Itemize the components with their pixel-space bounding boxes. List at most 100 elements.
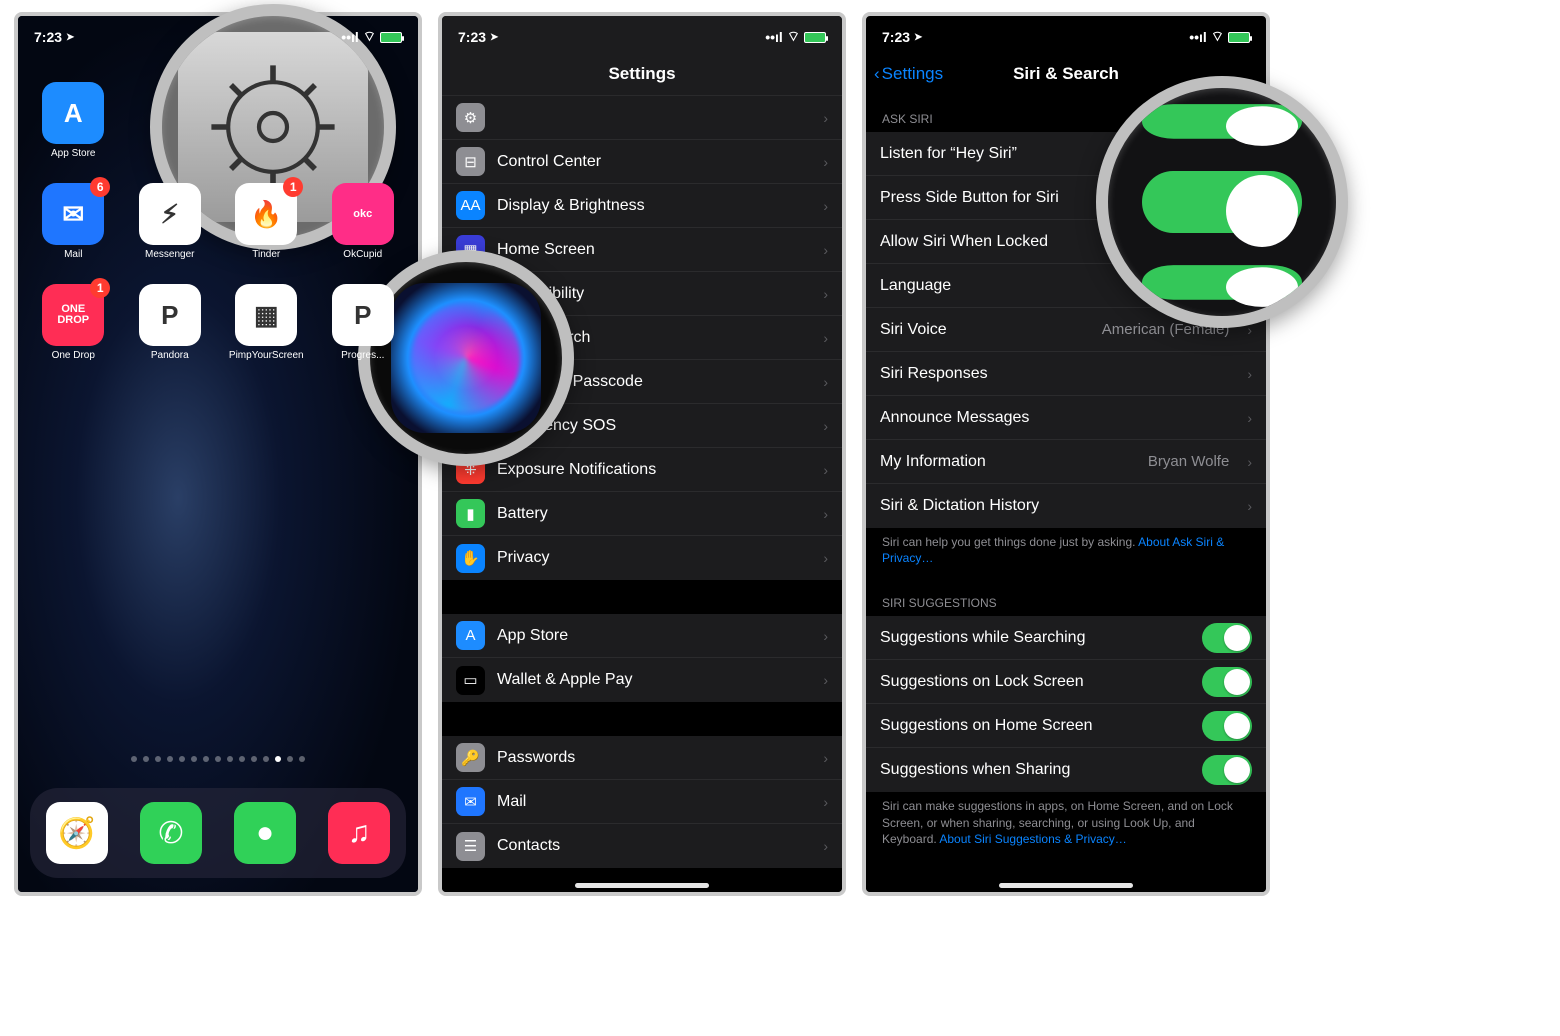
row-label: Suggestions on Home Screen [880, 717, 1190, 735]
chevron-left-icon: ‹ [874, 64, 880, 84]
app-label: Pandora [151, 350, 189, 361]
chevron-right-icon: › [1247, 498, 1252, 514]
siri-row-announce-messages[interactable]: Announce Messages› [866, 396, 1266, 440]
siri-row-suggestions-on-home-screen[interactable]: Suggestions on Home Screen [866, 704, 1266, 748]
settings-row-passwords[interactable]: 🔑Passwords› [442, 736, 842, 780]
toggle-switch[interactable] [1202, 755, 1252, 785]
location-icon: ➤ [490, 32, 498, 43]
badge: 1 [283, 177, 303, 197]
chevron-right-icon: › [823, 154, 828, 170]
row-icon: AA [456, 191, 485, 220]
row-label: Home Screen [497, 241, 805, 259]
dock: 🧭 ✆ ● ♫ [30, 788, 406, 878]
settings-row-battery[interactable]: ▮Battery› [442, 492, 842, 536]
siri-row-siri-responses[interactable]: Siri Responses › [866, 352, 1266, 396]
badge: 1 [90, 278, 110, 298]
phone-home-screen: 7:23➤ ••ıl ⌔ AApp StorefF...✉︎6Mail⚡︎Mes… [14, 12, 422, 896]
settings-row-general[interactable]: ⚙︎General› [442, 96, 842, 140]
app-progres-[interactable]: PProgres... [320, 284, 407, 361]
app-pandora[interactable]: PPandora [127, 284, 214, 361]
row-icon: ▮ [456, 499, 485, 528]
about-suggestions-link[interactable]: About Siri Suggestions & Privacy… [939, 832, 1126, 846]
about-ask-siri-link[interactable]: About Ask Siri & Privacy… [882, 535, 1224, 565]
chevron-right-icon: › [823, 374, 828, 390]
app-icon: ▦ [235, 284, 297, 346]
settings-row-app-store[interactable]: AApp Store› [442, 614, 842, 658]
chevron-right-icon: › [823, 242, 828, 258]
dock-music[interactable]: ♫ [328, 802, 390, 864]
row-label: Suggestions on Lock Screen [880, 673, 1190, 691]
siri-row-suggestions-while-searching[interactable]: Suggestions while Searching [866, 616, 1266, 660]
settings-row-mail[interactable]: ✉︎Mail› [442, 780, 842, 824]
section-footer-sug: Siri can make suggestions in apps, on Ho… [866, 792, 1266, 861]
app-label: Mail [64, 249, 82, 260]
row-icon: 🔑 [456, 743, 485, 772]
row-label: Battery [497, 505, 805, 523]
nav-title: Siri & Search [1013, 64, 1119, 84]
row-icon: ▭ [456, 666, 485, 695]
app-icon: okc [332, 183, 394, 245]
row-label: Control Center [497, 153, 805, 171]
app-label: Progres... [341, 350, 384, 361]
row-label: My Information [880, 453, 1136, 471]
row-label: Language [880, 277, 1159, 295]
chevron-right-icon: › [1247, 366, 1252, 382]
app-label: OkCupid [343, 249, 382, 260]
home-indicator[interactable] [999, 883, 1133, 888]
page-indicator[interactable] [18, 756, 418, 762]
app-blank [223, 82, 310, 159]
row-icon: ✉︎ [456, 787, 485, 816]
app-one-drop[interactable]: ONE DROP1One Drop [30, 284, 117, 361]
siri-row-my-information[interactable]: My Information Bryan Wolfe › [866, 440, 1266, 484]
battery-icon [804, 32, 826, 43]
row-icon: ⚙︎ [456, 103, 485, 132]
chevron-right-icon: › [823, 418, 828, 434]
row-icon: ✋ [456, 544, 485, 573]
chevron-right-icon: › [823, 462, 828, 478]
toggle-switch[interactable] [1202, 623, 1252, 653]
row-label: Siri Responses [880, 365, 1229, 383]
toggle-switch[interactable] [1202, 667, 1252, 697]
app-app-store[interactable]: AApp Store [30, 82, 117, 159]
nav-bar: Settings [442, 52, 842, 96]
dock-messages[interactable]: ● [234, 802, 296, 864]
app-messenger[interactable]: ⚡︎Messenger [127, 183, 214, 260]
settings-list[interactable]: ⚙︎General›⊟Control Center›AADisplay & Br… [442, 96, 842, 892]
app-icon: ✉︎6 [42, 183, 104, 245]
app-pimpyourscreen[interactable]: ▦ PimpYourScreen [223, 284, 310, 361]
app-tinder[interactable]: 🔥1Tinder [223, 183, 310, 260]
settings-row-wallet-apple-pay[interactable]: ▭Wallet & Apple Pay› [442, 658, 842, 702]
settings-row-display-brightness[interactable]: AADisplay & Brightness› [442, 184, 842, 228]
settings-row-privacy[interactable]: ✋Privacy› [442, 536, 842, 580]
app-mail[interactable]: ✉︎6 Mail [30, 183, 117, 260]
siri-row-siri-dictation-history[interactable]: Siri & Dictation History› [866, 484, 1266, 528]
status-time: 7:23 [458, 29, 486, 45]
row-label: App Store [497, 627, 805, 645]
siri-row-suggestions-when-sharing[interactable]: Suggestions when Sharing [866, 748, 1266, 792]
settings-row-contacts[interactable]: ☰Contacts› [442, 824, 842, 868]
app-label: PimpYourScreen [229, 350, 304, 361]
row-detail: Bryan Wolfe [1148, 453, 1229, 470]
app-label: App Store [51, 148, 95, 159]
settings-row-control-center[interactable]: ⊟Control Center› [442, 140, 842, 184]
siri-row-suggestions-on-lock-screen[interactable]: Suggestions on Lock Screen [866, 660, 1266, 704]
status-bar: 7:23➤ ••ıl ⌔ [18, 16, 418, 52]
chevron-right-icon: › [1247, 454, 1252, 470]
back-button[interactable]: ‹Settings [874, 52, 943, 96]
home-indicator[interactable] [575, 883, 709, 888]
app-icon: ⚡︎ [139, 183, 201, 245]
chevron-right-icon: › [823, 838, 828, 854]
row-label: Suggestions while Searching [880, 629, 1190, 647]
row-label: Privacy [497, 549, 805, 567]
dock-phone[interactable]: ✆ [140, 802, 202, 864]
dock-safari[interactable]: 🧭 [46, 802, 108, 864]
row-label: Suggestions when Sharing [880, 761, 1190, 779]
location-icon: ➤ [66, 32, 74, 43]
toggle-switch[interactable] [1202, 711, 1252, 741]
row-label: Wallet & Apple Pay [497, 671, 805, 689]
row-label: Exposure Notifications [497, 461, 805, 479]
row-label: Mail [497, 793, 805, 811]
wifi-icon: ⌔ [1211, 28, 1224, 46]
app-okcupid[interactable]: okc OkCupid [320, 183, 407, 260]
battery-icon [380, 32, 402, 43]
